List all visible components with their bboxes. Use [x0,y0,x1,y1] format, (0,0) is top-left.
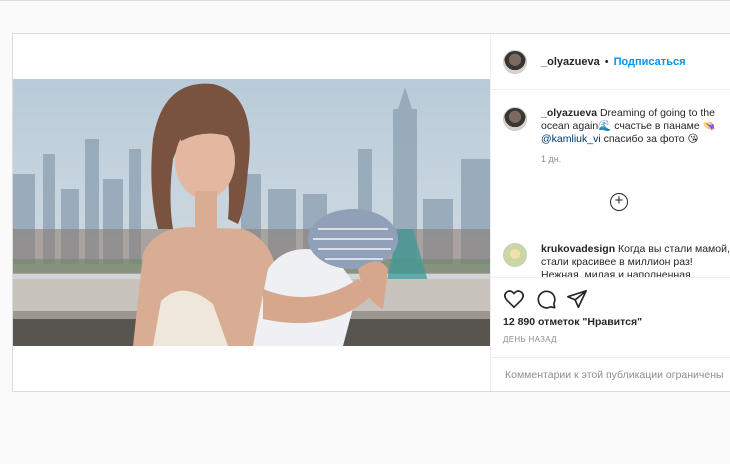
post-timestamp[interactable]: ДЕНЬ НАЗАД [503,335,557,344]
caption-mention[interactable]: @kamliuk_vi [541,133,601,145]
follow-button[interactable]: Подписаться [614,56,686,68]
caption-body-end: спасибо за фото 😘 [603,133,699,145]
share-icon[interactable] [566,288,588,310]
add-circle-icon[interactable]: + [610,193,628,211]
comment-icon[interactable] [535,288,557,310]
comment-text: krukovadesign Когда вы стали мамой, стал… [541,243,730,277]
post-photo[interactable] [13,79,490,346]
header-separator: • [604,55,609,68]
commenter-username[interactable]: krukovadesign [541,243,615,255]
comment-item: krukovadesign Когда вы стали мамой, стал… [503,243,730,277]
caption-avatar[interactable] [503,107,527,131]
post-actions: 12 890 отметок "Нравится" ДЕНЬ НАЗАД [491,277,730,357]
load-more-symbol: + [614,192,624,209]
author-avatar[interactable] [503,49,527,74]
commenter-avatar[interactable] [503,243,527,267]
post-header: _olyazueva • Подписаться [491,34,730,90]
author-username[interactable]: _olyazueva [541,56,600,68]
comments-list[interactable]: _olyazueva Dreaming of going to the ocea… [491,91,730,277]
post-card: _olyazueva • Подписаться _olyazueva Drea… [12,33,730,392]
comments-limited-notice: Комментарии к этой публикации ограничены [491,357,730,391]
caption-username[interactable]: _olyazueva [541,107,597,119]
caption-item: _olyazueva Dreaming of going to the ocea… [503,107,730,166]
likes-count[interactable]: 12 890 отметок "Нравится" [503,316,642,328]
caption-time[interactable]: 1 дн. [541,153,730,166]
post-sidebar: _olyazueva • Подписаться _olyazueva Drea… [490,34,730,391]
post-media [13,34,490,391]
heart-icon[interactable] [503,288,525,310]
top-divider [0,0,730,1]
caption-text: _olyazueva Dreaming of going to the ocea… [541,107,730,166]
photo-illustration [13,83,490,346]
